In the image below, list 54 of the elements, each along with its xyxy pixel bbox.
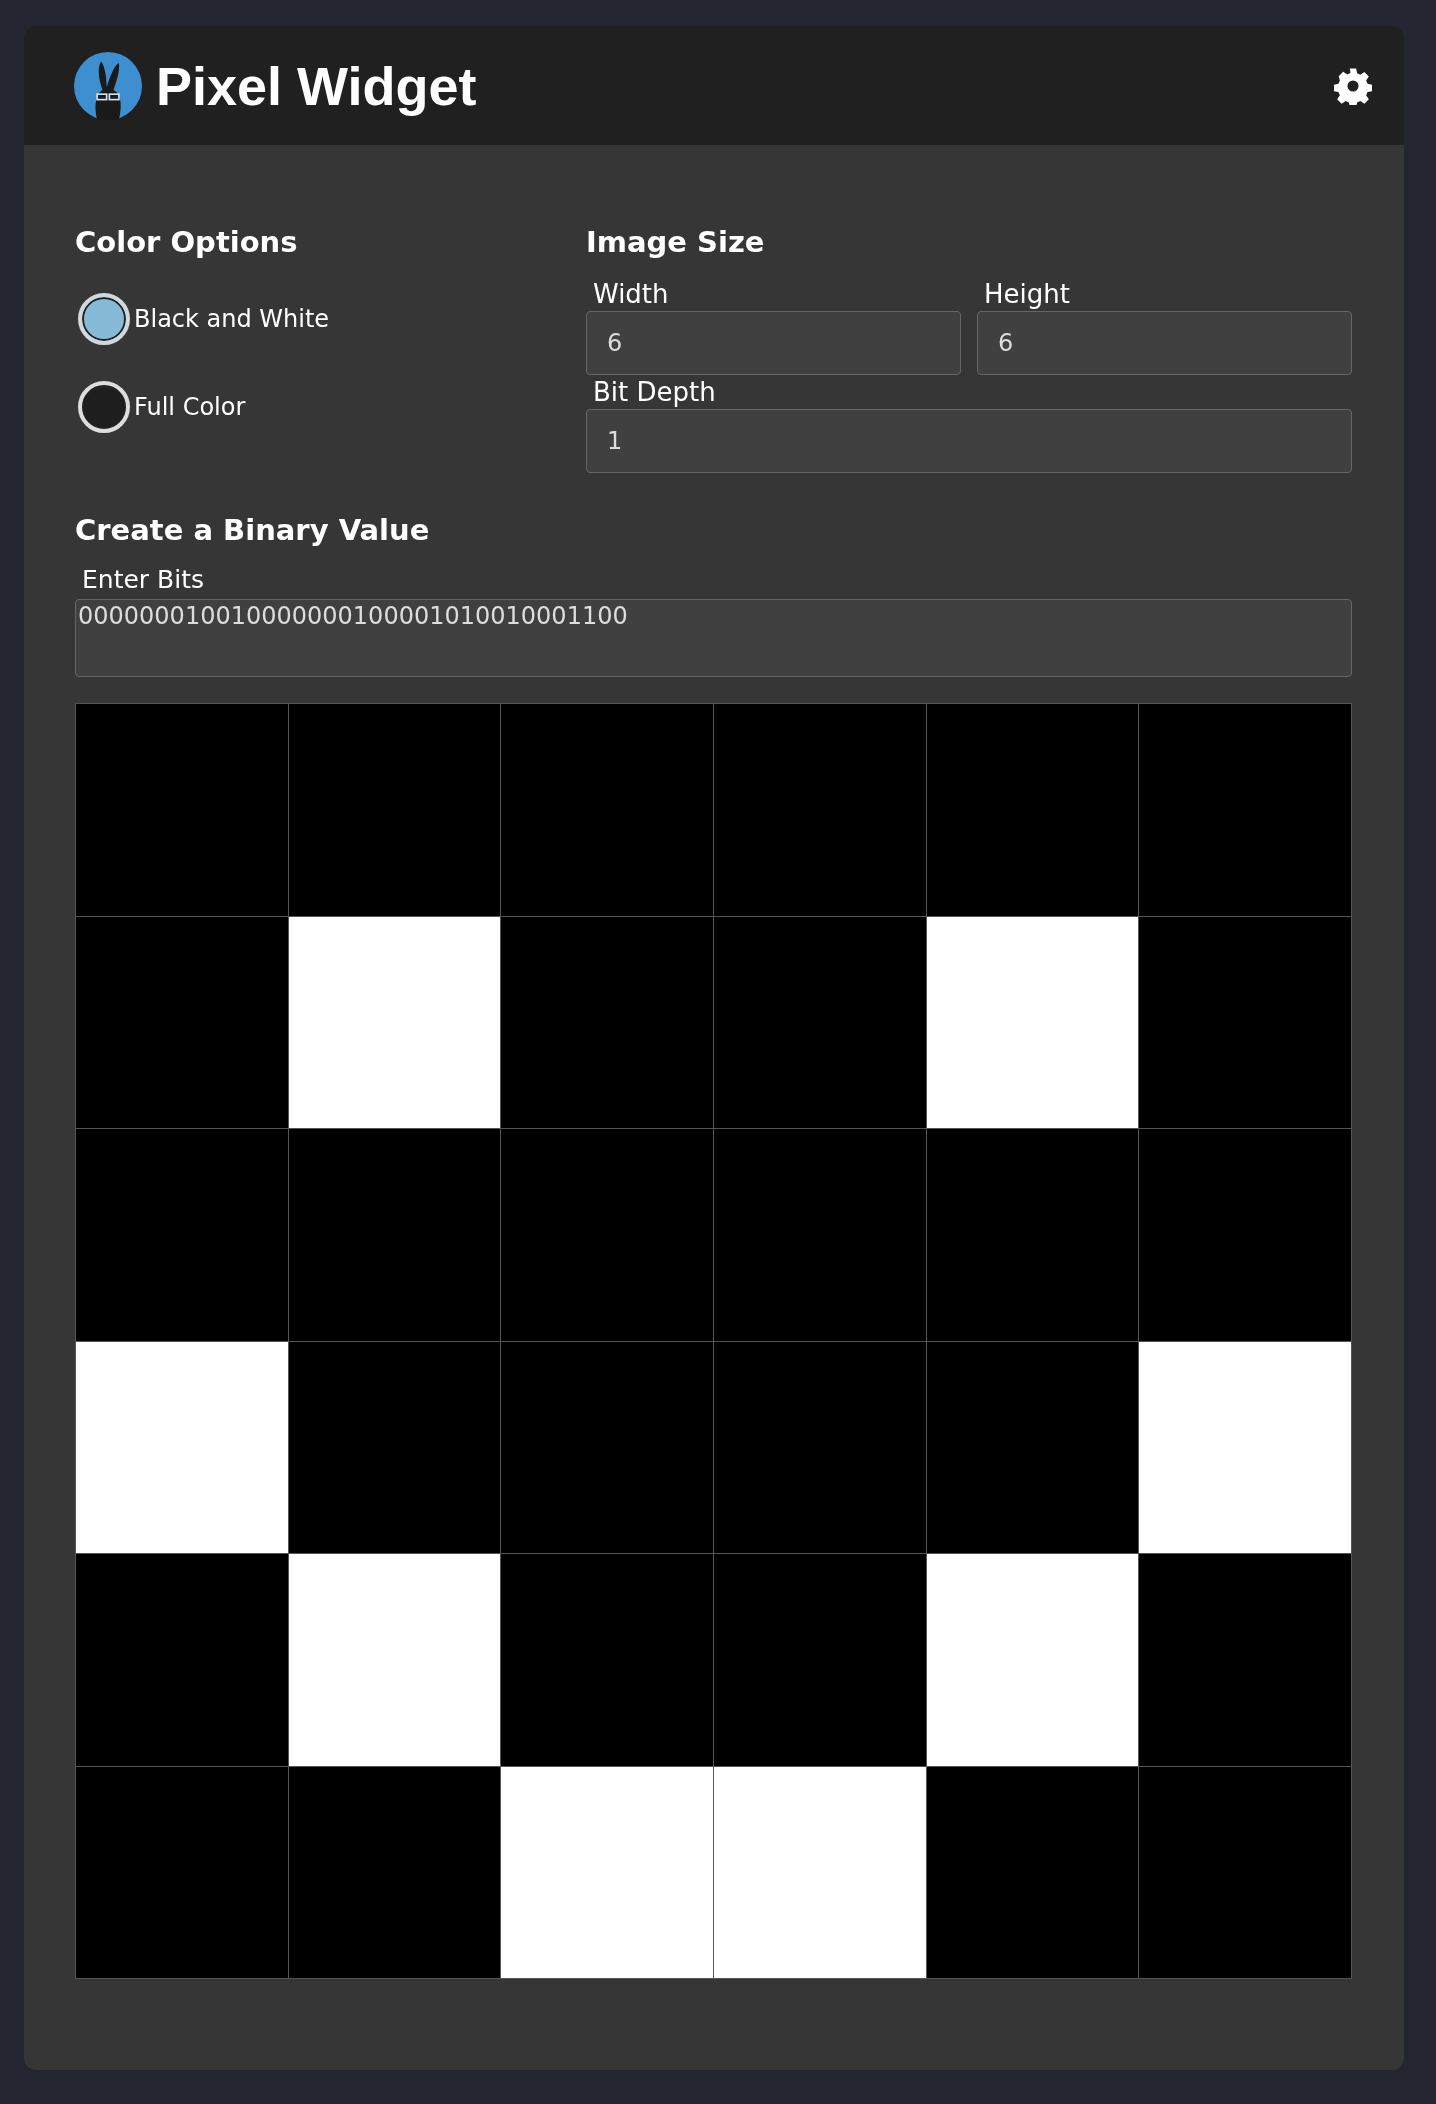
- pixel-cell[interactable]: [714, 1766, 926, 1978]
- input-field[interactable]: 6: [586, 311, 961, 375]
- input-field[interactable]: 1: [586, 409, 1352, 473]
- pixel-cell[interactable]: [926, 1766, 1139, 1978]
- pixel-cell[interactable]: [501, 1554, 713, 1766]
- pixel-cell[interactable]: [926, 1554, 1139, 1766]
- pixel-cell[interactable]: [926, 1129, 1139, 1341]
- field-label: Width: [592, 278, 670, 311]
- pixel-cell[interactable]: [76, 1554, 288, 1766]
- field-label: Height: [983, 278, 1071, 311]
- pixel-cell[interactable]: [1139, 704, 1351, 916]
- pixel-cell[interactable]: [1139, 1766, 1351, 1978]
- settings-icon[interactable]: [1334, 66, 1372, 105]
- section-heading: Color Options: [75, 225, 299, 261]
- field-label: Bit Depth: [592, 376, 717, 409]
- pixel-cell[interactable]: [501, 1129, 713, 1341]
- pixel-cell[interactable]: [926, 916, 1139, 1128]
- pixel-cell[interactable]: [1139, 1554, 1351, 1766]
- section-heading: Image Size: [586, 225, 766, 261]
- pixel-cell[interactable]: [1139, 1129, 1351, 1341]
- pixel-cell[interactable]: [288, 704, 501, 916]
- pixel-cell[interactable]: [76, 1129, 288, 1341]
- pixel-cell[interactable]: [501, 704, 713, 916]
- pixel-cell[interactable]: [1139, 1341, 1351, 1553]
- input-field[interactable]: 6: [977, 311, 1352, 375]
- pixel-cell[interactable]: [501, 916, 713, 1128]
- radio-button[interactable]: [78, 293, 130, 345]
- pixel-cell[interactable]: [76, 916, 288, 1128]
- bits-field[interactable]: 000000010010000000100001010010001100: [75, 599, 1352, 677]
- pixel-cell[interactable]: [714, 1129, 926, 1341]
- radio-button[interactable]: [78, 381, 130, 433]
- pixel-cell[interactable]: [76, 1766, 288, 1978]
- pixel-cell[interactable]: [714, 1554, 926, 1766]
- pixel-cell[interactable]: [1139, 916, 1351, 1128]
- pixel-cell[interactable]: [288, 1766, 501, 1978]
- pixel-cell[interactable]: [288, 916, 501, 1128]
- pixel-cell[interactable]: [714, 704, 926, 916]
- pixel-cell[interactable]: [714, 1341, 926, 1553]
- pixel-cell[interactable]: [926, 704, 1139, 916]
- radio-label[interactable]: Black and White: [134, 305, 330, 333]
- pixel-cell[interactable]: [288, 1554, 501, 1766]
- pixel-cell[interactable]: [288, 1341, 501, 1553]
- app-title: Pixel Widget: [156, 54, 477, 117]
- section-heading: Create a Binary Value: [75, 513, 431, 549]
- pixel-cell[interactable]: [501, 1766, 713, 1978]
- pixel-cell[interactable]: [926, 1341, 1139, 1553]
- rabbit-logo-icon: [74, 51, 142, 120]
- radio-label[interactable]: Full Color: [134, 393, 246, 421]
- pixel-cell[interactable]: [714, 916, 926, 1128]
- field-label: Enter Bits: [81, 564, 205, 596]
- pixel-cell[interactable]: [76, 704, 288, 916]
- pixel-cell[interactable]: [288, 1129, 501, 1341]
- pixel-cell[interactable]: [501, 1341, 713, 1553]
- pixel-cell[interactable]: [76, 1341, 288, 1553]
